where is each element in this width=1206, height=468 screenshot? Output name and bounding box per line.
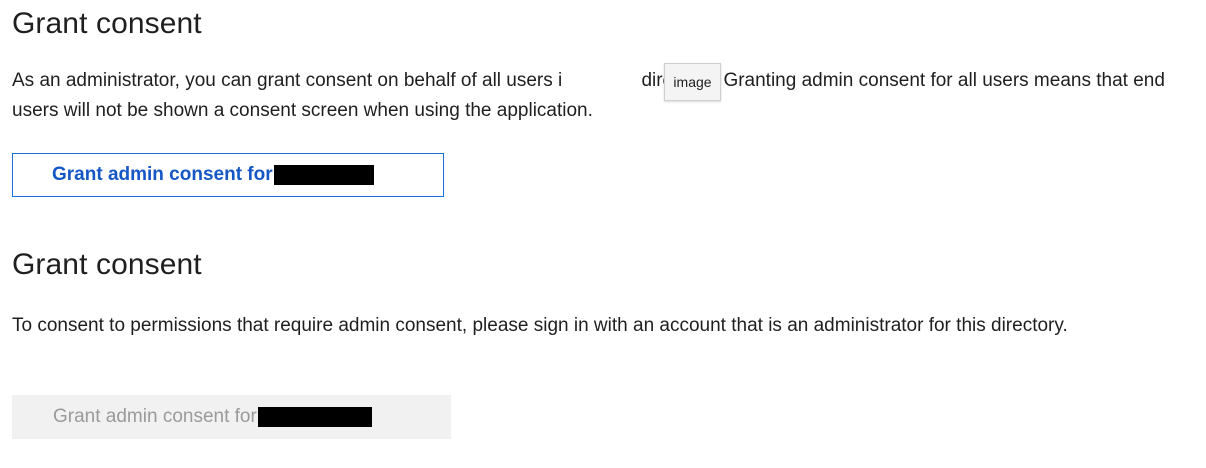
section-description: As an administrator, you can grant conse… <box>12 70 1165 121</box>
button-label: Grant admin consent for <box>53 406 257 427</box>
section-heading: Grant consent <box>12 7 202 40</box>
redacted-tenant-name <box>257 407 372 427</box>
redacted-tenant-name <box>273 165 374 185</box>
grant-admin-consent-button-disabled: Grant admin consent for <box>12 395 451 439</box>
section-description: To consent to permissions that require a… <box>12 315 1068 336</box>
image-tooltip: image <box>664 63 721 101</box>
grant-consent-section-admin: Grant consent As an administrator, you c… <box>12 4 1194 197</box>
button-label: Grant admin consent for <box>52 164 273 185</box>
grant-consent-section-nonadmin: Grant consent To consent to permissions … <box>12 245 1194 439</box>
grant-admin-consent-button[interactable]: Grant admin consent for <box>12 153 444 197</box>
section-heading: Grant consent <box>12 248 202 281</box>
